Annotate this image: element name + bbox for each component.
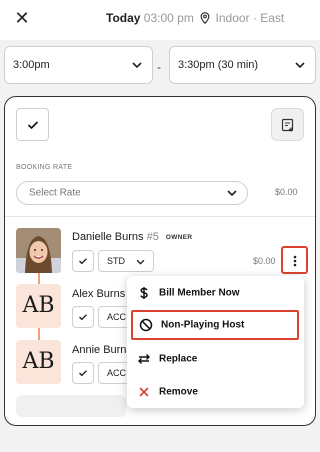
location-pin-icon: [200, 12, 210, 24]
player-connector: [38, 272, 40, 284]
time-separator: -: [157, 60, 161, 74]
start-time-value: 3:00pm: [13, 59, 50, 71]
end-time-value: 3:30pm (30 min): [178, 59, 259, 71]
divider: [5, 216, 315, 217]
player-name: Annie Burns: [72, 344, 132, 356]
player-name-text: Danielle Burns: [72, 231, 144, 243]
kebab-icon: [293, 255, 297, 267]
menu-item-remove[interactable]: Remove: [127, 378, 304, 406]
location-label: Indoor · East: [215, 11, 285, 25]
player-number: #5: [146, 231, 159, 243]
menu-item-label: Non-Playing Host: [161, 319, 245, 331]
avatar[interactable]: [16, 228, 61, 273]
add-player-bar[interactable]: [16, 395, 126, 417]
menu-item-label: Remove: [159, 386, 198, 398]
check-icon: [79, 314, 87, 321]
menu-item-label: Replace: [159, 353, 198, 365]
avatar-photo: [16, 228, 61, 273]
player-options-menu: Bill Member Now Non-Playing Host Replace…: [127, 276, 304, 408]
menu-item-replace[interactable]: Replace: [127, 345, 304, 373]
select-all-checkbox[interactable]: [16, 108, 49, 141]
check-icon: [79, 370, 87, 377]
chevron-down-icon: [136, 259, 145, 265]
player-name: Danielle Burns #5 OWNER: [72, 231, 192, 243]
player-connector: [38, 328, 40, 340]
end-time-select[interactable]: 3:30pm (30 min): [169, 46, 316, 84]
chevron-down-icon: [227, 190, 237, 197]
x-icon: [139, 387, 149, 397]
booking-rate-label: BOOKING RATE: [16, 164, 73, 171]
player-rate-select[interactable]: STD: [98, 250, 154, 272]
player-rate-value: STD: [107, 256, 125, 266]
rate-select[interactable]: Select Rate: [16, 181, 248, 205]
chevron-down-icon: [132, 62, 142, 69]
player-amount: $0.00: [253, 256, 276, 266]
booking-title: Today 03:00 pm Indoor · East: [106, 11, 284, 25]
day-label: Today: [106, 11, 141, 25]
block-icon: [139, 318, 153, 332]
time-label: 03:00 pm: [143, 11, 194, 25]
top-bar: ✕ Today 03:00 pm Indoor · East: [0, 0, 320, 40]
player-rate-value: ACC: [107, 312, 127, 322]
rate-placeholder: Select Rate: [29, 187, 81, 199]
player-rate-value: ACC: [107, 368, 127, 378]
player-checkbox[interactable]: [72, 250, 94, 272]
check-icon: [27, 120, 38, 129]
chevron-down-icon: [295, 62, 305, 69]
add-note-icon: [281, 118, 294, 132]
start-time-select[interactable]: 3:00pm: [4, 46, 153, 84]
swap-icon: [138, 354, 150, 364]
more-options-button[interactable]: [281, 246, 308, 274]
menu-item-non-playing-host[interactable]: Non-Playing Host: [131, 310, 299, 340]
avatar-initials[interactable]: AB: [16, 284, 61, 328]
player-checkbox[interactable]: [72, 362, 94, 384]
player-checkbox[interactable]: [72, 306, 94, 328]
menu-item-label: Bill Member Now: [159, 287, 240, 299]
menu-item-bill-member[interactable]: Bill Member Now: [127, 279, 304, 307]
player-name: Alex Burns: [72, 288, 126, 300]
add-to-list-button[interactable]: [271, 108, 304, 141]
owner-badge: OWNER: [165, 234, 193, 241]
check-icon: [79, 258, 87, 265]
dollar-icon: [140, 287, 148, 299]
avatar-initials[interactable]: AB: [16, 340, 61, 384]
close-icon[interactable]: ✕: [12, 8, 32, 28]
rate-amount: $0.00: [275, 187, 298, 197]
